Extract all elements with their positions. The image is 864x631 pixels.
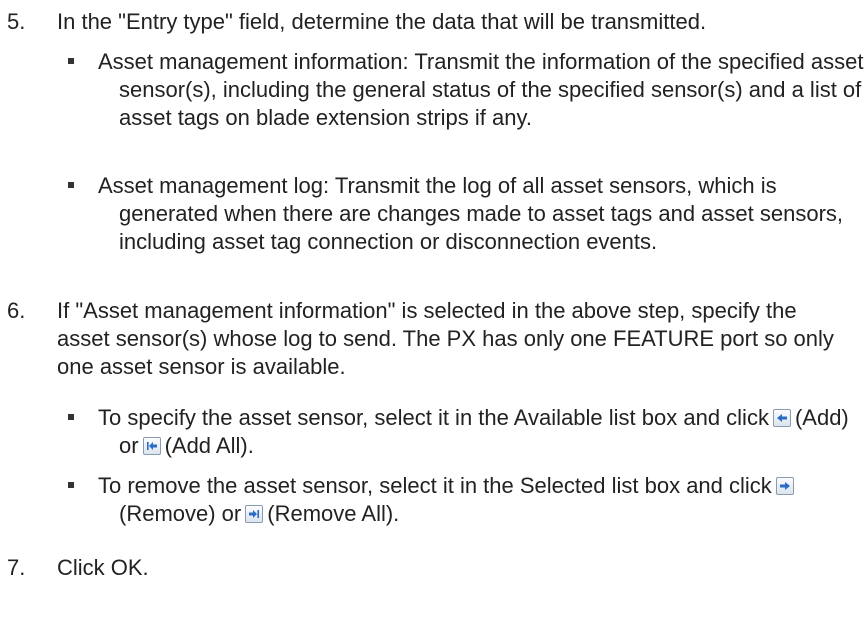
add-all-arrow-icon: [142, 437, 161, 455]
step-number: 7.: [7, 555, 26, 580]
bullet-text: Asset management information: Transmit t…: [98, 49, 864, 130]
add-arrow-icon: [772, 409, 791, 427]
document-page: 5. In the "Entry type" field, determine …: [0, 0, 864, 631]
remove-all-arrow-icon: [245, 505, 264, 523]
bullet-marker: [68, 182, 74, 188]
step-text: In the "Entry type" field, determine the…: [57, 9, 707, 34]
step-text: If "Asset management information" is sel…: [57, 298, 834, 379]
bullet-text: To remove the asset sensor, select it in…: [98, 472, 864, 528]
bullet-text: To specify the asset sensor, select it i…: [98, 405, 849, 458]
bullet-marker: [68, 414, 74, 420]
step-number: 5.: [7, 9, 26, 34]
step-number: 6.: [7, 298, 26, 323]
step-text: Click OK.: [57, 555, 149, 580]
remove-arrow-icon: [775, 477, 794, 495]
bullet-text: Asset management log: Transmit the log o…: [98, 173, 844, 254]
bullet-marker: [68, 58, 74, 64]
bullet-marker: [68, 482, 74, 488]
